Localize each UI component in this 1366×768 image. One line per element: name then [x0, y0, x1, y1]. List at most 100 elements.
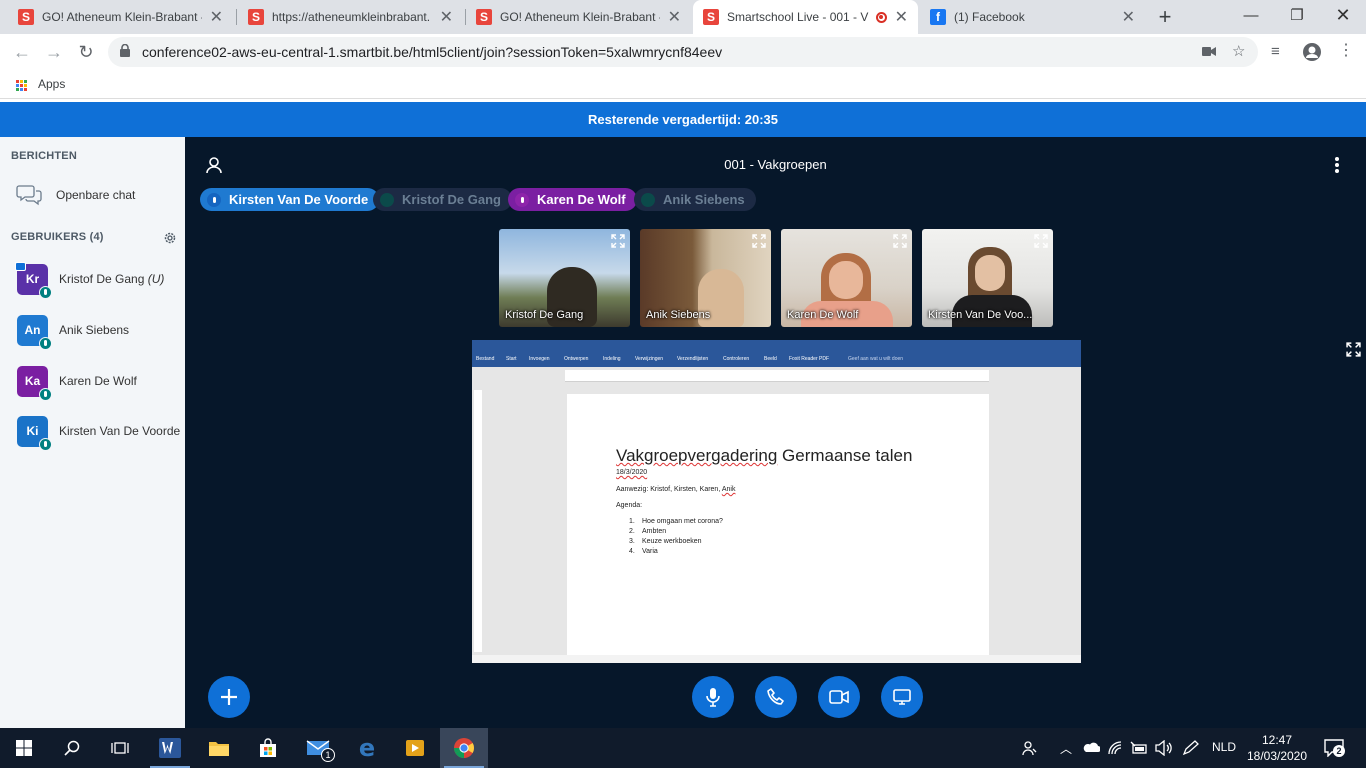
browser-tab-3[interactable]: S GO! Atheneum Klein-Brabant - ✕ [466, 0, 691, 34]
word-title-bar [472, 340, 1081, 353]
public-chat-item[interactable]: Openbare chat [16, 181, 135, 209]
fullscreen-icon[interactable] [1034, 234, 1048, 248]
taskbar-edge[interactable]: e [343, 728, 391, 768]
actions-button[interactable] [208, 676, 250, 718]
apps-label[interactable]: Apps [38, 77, 65, 91]
user-item[interactable]: Ki Kirsten Van De Voorde [17, 413, 182, 451]
meeting-title: 001 - Vakgroepen [724, 157, 827, 172]
fullscreen-icon[interactable] [752, 234, 766, 248]
avatar-initials: Kr [25, 272, 40, 286]
back-arrow-icon[interactable]: ← [10, 40, 34, 64]
taskbar-file-explorer[interactable] [195, 728, 243, 768]
address-bar[interactable]: conference02-aws-eu-central-1.smartbit.b… [108, 37, 1258, 67]
close-tab-icon[interactable]: ✕ [895, 7, 908, 27]
camera-icon[interactable] [1202, 46, 1216, 57]
pen-icon[interactable] [1182, 740, 1200, 756]
taskbar-store[interactable] [244, 728, 292, 768]
chrome-icon [453, 738, 475, 759]
leave-audio-button[interactable] [755, 676, 797, 718]
tab-title: GO! Atheneum Klein-Brabant - [42, 10, 202, 24]
tab-title: https://atheneumkleinbrabant. [272, 10, 431, 24]
avatar-initials: Ki [26, 424, 39, 438]
video-user-name: Anik Siebens [646, 309, 711, 321]
talker-pill[interactable]: Kirsten Van De Voorde [200, 188, 380, 211]
word-status-bar [472, 655, 1081, 663]
star-icon[interactable]: ☆ [1232, 42, 1245, 60]
fullscreen-icon[interactable] [611, 234, 625, 248]
people-icon[interactable] [1022, 740, 1038, 756]
task-view-icon [111, 742, 129, 754]
browser-tab-strip: S GO! Atheneum Klein-Brabant - ✕ S https… [0, 0, 1366, 34]
share-webcam-button[interactable] [818, 676, 860, 718]
bookmarks-bar: Apps [0, 70, 1366, 99]
close-tab-icon[interactable]: ✕ [440, 7, 453, 27]
user-name: Anik Siebens [59, 323, 130, 337]
browser-tab-1[interactable]: S GO! Atheneum Klein-Brabant - ✕ [8, 0, 233, 34]
avatar-initials: An [24, 323, 41, 337]
notification-center-button[interactable]: 2 [1324, 739, 1345, 758]
messages-section-title: BERICHTEN [11, 150, 77, 162]
talker-name: Anik Siebens [663, 192, 745, 207]
chevron-up-icon[interactable]: ︿ [1060, 740, 1072, 757]
close-tab-icon[interactable]: ✕ [668, 7, 681, 27]
close-window-button[interactable]: ✕ [1320, 0, 1366, 30]
gear-icon[interactable] [163, 231, 177, 245]
minimize-button[interactable]: — [1228, 0, 1274, 30]
user-item[interactable]: An Anik Siebens [17, 312, 182, 350]
talker-pill[interactable]: Kristof De Gang [373, 188, 512, 211]
video-tile[interactable]: Kirsten Van De Voo... [922, 229, 1053, 327]
talker-pill[interactable]: Anik Siebens [634, 188, 756, 211]
start-button[interactable] [0, 728, 48, 768]
share-screen-button[interactable] [881, 676, 923, 718]
smartschool-icon: S [248, 9, 264, 25]
browser-tab-active[interactable]: S Smartschool Live - 001 - V ✕ [693, 0, 918, 34]
taskbar-chrome[interactable] [440, 728, 488, 768]
talker-pill[interactable]: Karen De Wolf [508, 188, 637, 211]
profile-icon[interactable] [1302, 42, 1322, 62]
onedrive-icon[interactable] [1082, 742, 1100, 753]
agenda-item: 2. Ambten [629, 528, 667, 535]
browser-tab-2[interactable]: S https://atheneumkleinbrabant. ✕ [238, 0, 463, 34]
battery-icon[interactable] [1130, 741, 1148, 755]
kebab-menu-icon[interactable]: ⋮ [1338, 40, 1354, 60]
microphone-icon [515, 192, 529, 207]
volume-icon[interactable] [1155, 740, 1173, 756]
video-tile[interactable]: Karen De Wolf [781, 229, 912, 327]
user-item[interactable]: Ka Karen De Wolf [17, 363, 182, 401]
microphone-icon [706, 688, 720, 707]
browser-tab-5[interactable]: f (1) Facebook ✕ [920, 0, 1145, 34]
video-user-name: Kirsten Van De Voo... [928, 309, 1033, 321]
maximize-button[interactable]: ❐ [1274, 0, 1320, 30]
options-menu-icon[interactable] [1335, 157, 1339, 175]
public-chat-label: Openbare chat [56, 188, 136, 202]
new-tab-button[interactable]: + [1152, 4, 1178, 30]
reload-icon[interactable]: ↻ [74, 40, 98, 64]
talker-name: Karen De Wolf [537, 192, 626, 207]
taskbar-word[interactable] [146, 728, 194, 768]
tab-title: Smartschool Live - 001 - V [727, 10, 869, 24]
mute-button[interactable] [692, 676, 734, 718]
facebook-icon: f [930, 9, 946, 25]
microphone-icon [39, 387, 52, 401]
agenda-item: 3. Keuze werkboeken [629, 538, 702, 545]
search-button[interactable] [48, 728, 96, 768]
video-tile[interactable]: Anik Siebens [640, 229, 771, 327]
language-indicator[interactable]: NLD [1212, 740, 1236, 754]
system-clock[interactable]: 12:47 18/03/2020 [1246, 732, 1308, 764]
agenda-item: 1. Hoe omgaan met corona? [629, 518, 723, 525]
video-tile[interactable]: Kristof De Gang [499, 229, 630, 327]
taskbar-mail[interactable]: 1 [294, 728, 342, 768]
close-tab-icon[interactable]: ✕ [210, 7, 223, 27]
apps-icon[interactable] [15, 79, 27, 91]
fullscreen-icon[interactable] [893, 234, 907, 248]
windows-taskbar: 1 e ︿ NLD 12:47 18/03/2020 2 [0, 728, 1366, 768]
taskbar-media-app[interactable] [391, 728, 439, 768]
wifi-icon[interactable] [1107, 740, 1123, 756]
media-control-icon[interactable]: ≡ [1271, 43, 1280, 60]
close-tab-icon[interactable]: ✕ [1122, 7, 1135, 27]
task-view-button[interactable] [96, 728, 144, 768]
fullscreen-icon[interactable] [1346, 342, 1361, 357]
presenter-icon [15, 261, 26, 271]
user-item[interactable]: Kr Kristof De Gang (U) [15, 261, 182, 299]
forward-arrow-icon[interactable]: → [42, 40, 66, 64]
